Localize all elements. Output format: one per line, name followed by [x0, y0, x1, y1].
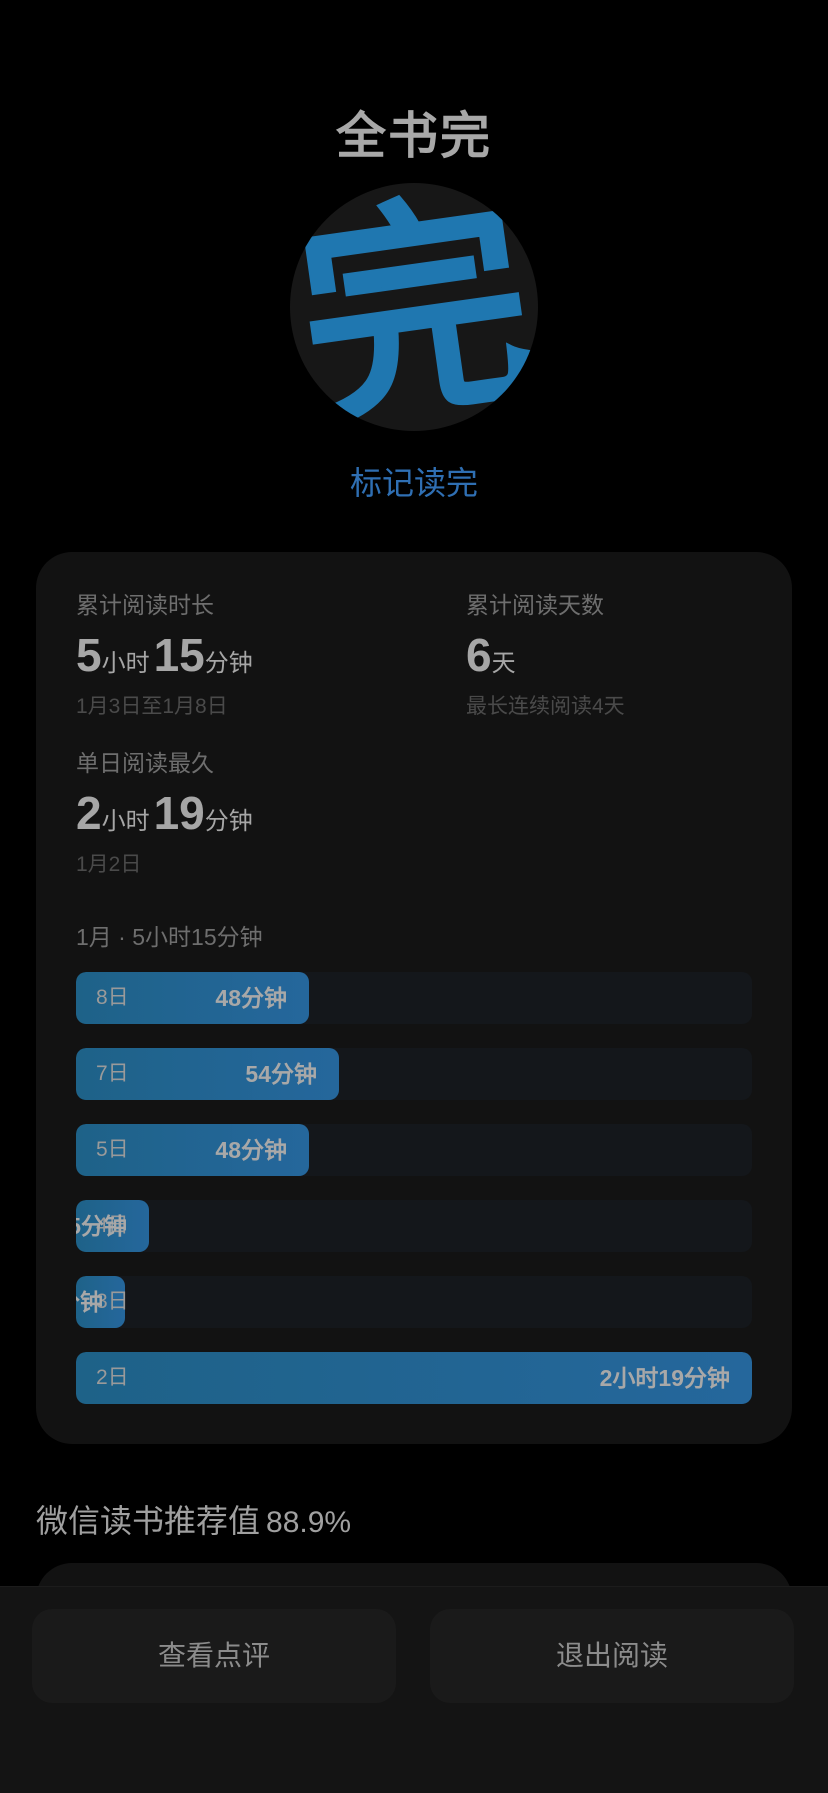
total-time-minutes: 15 [153, 629, 205, 681]
total-time-value: 5小时15分钟 [76, 632, 257, 678]
longest-day-label: 单日阅读最久 [76, 750, 214, 776]
longest-day-date: 1月2日 [76, 853, 142, 876]
bar-value-label: 10分钟 [76, 1289, 103, 1315]
total-time-minutes-unit: 分钟 [204, 650, 253, 677]
longest-day-hours: 2 [76, 787, 102, 839]
total-days-count: 6 [466, 629, 492, 681]
bar-value-label: 48分钟 [215, 1137, 287, 1163]
view-reviews-button[interactable]: 查看点评 [32, 1609, 396, 1703]
bar-day-label: 5日 [96, 1138, 129, 1161]
bar-row: 2日 2小时19分钟 [76, 1352, 752, 1404]
bar-row: 5日 48分钟 [76, 1124, 752, 1176]
recommend-score: 微信读书推荐值 88.9% [36, 1496, 351, 1542]
reading-stats-card: 累计阅读时长 5小时15分钟 1月3日至1月8日 累计阅读天数 6天 最长连续阅… [36, 552, 792, 1444]
bar-row: 7日 54分钟 [76, 1048, 752, 1100]
chart-title: 1月 · 5小时15分钟 [76, 924, 263, 950]
bar-value-label: 54分钟 [245, 1061, 317, 1087]
total-time-label: 累计阅读时长 [76, 592, 214, 618]
recommend-value: 88.9% [266, 1506, 352, 1539]
brush-glyph-icon: 完 [290, 183, 538, 431]
total-days-stat: 累计阅读天数 6天 最长连续阅读4天 [466, 586, 625, 720]
total-time-hours-unit: 小时 [101, 650, 150, 677]
bar-value-label: 48分钟 [215, 985, 287, 1011]
longest-day-value: 2小时19分钟 [76, 790, 257, 836]
exit-reading-button[interactable]: 退出阅读 [430, 1609, 794, 1703]
total-time-hours: 5 [76, 629, 102, 681]
bar-row: 4日15分钟 [76, 1200, 752, 1252]
bar-value-label: 15分钟 [76, 1213, 127, 1239]
bar-day-label: 7日 [96, 1062, 129, 1085]
total-days-unit: 天 [491, 650, 516, 677]
total-time-stat: 累计阅读时长 5小时15分钟 1月3日至1月8日 [76, 586, 257, 720]
total-days-value: 6天 [466, 632, 625, 678]
longest-day-stat: 单日阅读最久 2小时19分钟 1月2日 [76, 744, 257, 878]
page-title: 全书完 [336, 106, 492, 165]
bottom-action-bar: 查看点评 退出阅读 [0, 1586, 828, 1793]
longest-day-minutes: 19 [153, 787, 205, 839]
badge-glyph: 完 [290, 183, 538, 431]
mark-read-button[interactable]: 标记读完 [0, 458, 828, 504]
bar-day-label: 2日 [96, 1366, 129, 1389]
bar-day-label: 8日 [96, 986, 129, 1009]
total-days-label: 累计阅读天数 [466, 592, 604, 618]
longest-day-minutes-unit: 分钟 [204, 808, 253, 835]
bar-row: 3日10分钟 [76, 1276, 752, 1328]
finished-badge: 完 [290, 183, 538, 431]
bar-value-label: 2小时19分钟 [599, 1365, 730, 1391]
total-time-range: 1月3日至1月8日 [76, 695, 228, 718]
recommend-label: 微信读书推荐值 [36, 1503, 261, 1539]
longest-day-hours-unit: 小时 [101, 808, 150, 835]
bar-row: 8日 48分钟 [76, 972, 752, 1024]
longest-streak: 最长连续阅读4天 [466, 695, 625, 718]
daily-reading-bar-chart: 8日 48分钟 7日 54分钟 5日 48分钟 4日15分钟 3日10分钟 2日 2小时19分钟 [76, 972, 752, 1428]
